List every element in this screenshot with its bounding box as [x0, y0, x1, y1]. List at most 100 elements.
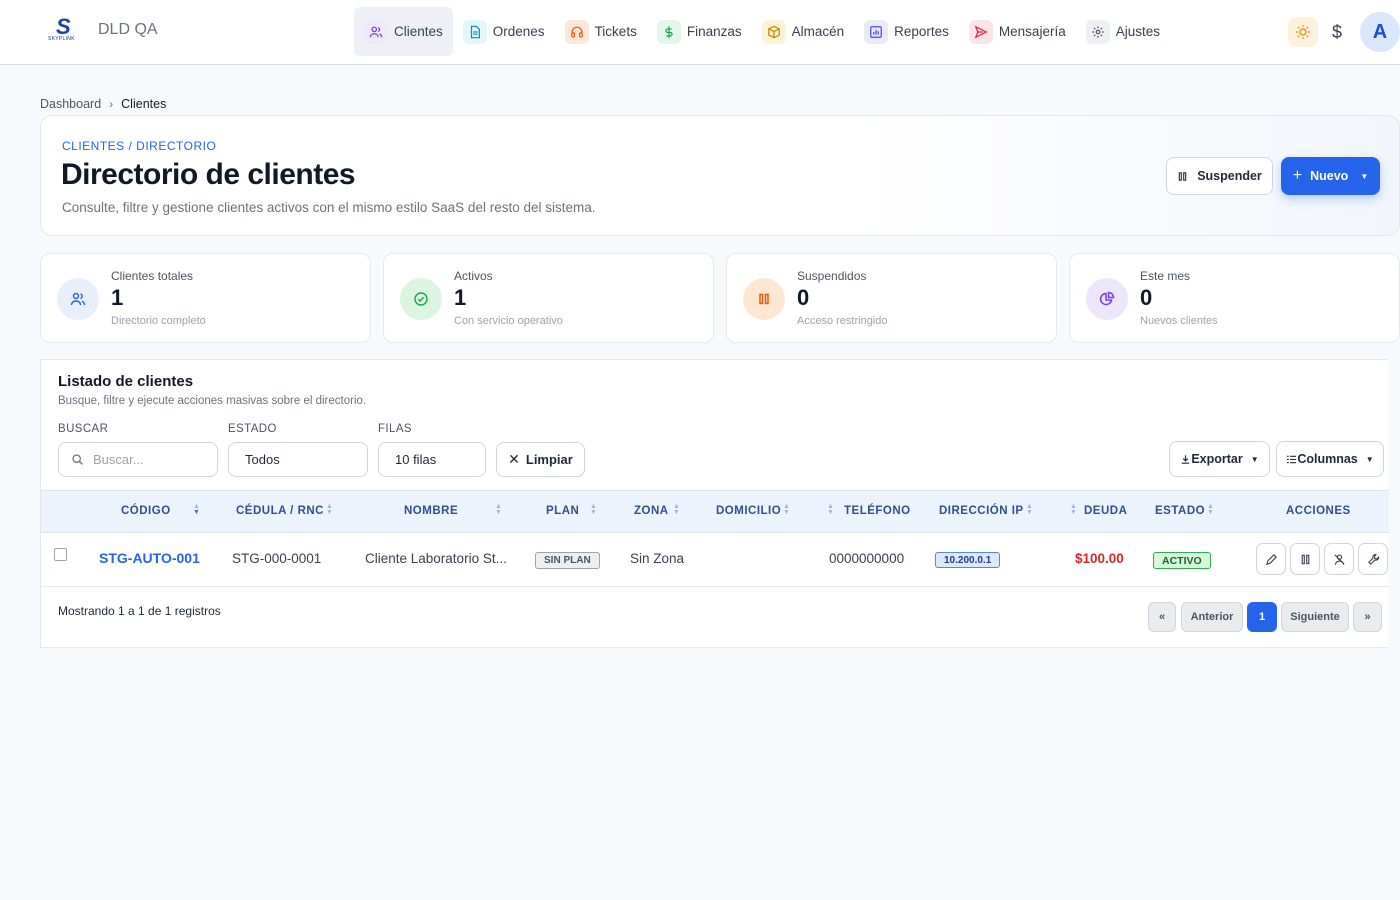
- new-client-button[interactable]: + Nuevo ▼: [1281, 157, 1380, 195]
- column-header-plan[interactable]: PLAN: [546, 505, 579, 517]
- edit-button[interactable]: [1256, 543, 1286, 575]
- breadcrumb-current: Clientes: [121, 97, 167, 111]
- stat-card-total: Clientes totales 1 Directorio completo: [40, 253, 371, 343]
- previous-page-button[interactable]: Anterior: [1181, 602, 1243, 632]
- column-header-codigo[interactable]: CÓDIGO: [121, 505, 171, 517]
- sort-icon[interactable]: ▲ ▼: [783, 503, 790, 516]
- pie-icon: [1086, 278, 1128, 320]
- page-eyebrow: CLIENTES / DIRECTORIO: [62, 139, 217, 153]
- stat-value: 1: [111, 285, 124, 310]
- next-page-button[interactable]: Siguiente: [1281, 602, 1349, 632]
- top-navbar: S SKYPLINK DLD QA Clientes Ordenes Ticket…: [0, 0, 1400, 65]
- currency-button[interactable]: $: [1332, 22, 1342, 43]
- nav-item-mensajeria[interactable]: Mensajería: [959, 7, 1076, 56]
- stat-hint: Con servicio operativo: [454, 315, 563, 327]
- column-header-cedula[interactable]: CÉDULA / RNC: [236, 505, 324, 517]
- sun-icon: [1295, 25, 1310, 39]
- stat-card-this-month: Este mes 0 Nuevos clientes: [1069, 253, 1400, 343]
- clients-list-panel: Listado de clientes Busque, filtre y eje…: [40, 359, 1389, 648]
- pencil-icon: [1265, 553, 1277, 565]
- suspend-row-button[interactable]: [1290, 543, 1320, 575]
- pause-icon: [743, 278, 785, 320]
- brand[interactable]: S SKYPLINK DLD QA: [46, 14, 158, 44]
- ip-badge: 10.200.0.1: [935, 552, 1001, 568]
- status-select[interactable]: Todos: [228, 442, 368, 477]
- theme-toggle-button[interactable]: [1287, 17, 1318, 47]
- column-header-deuda[interactable]: DEUDA: [1084, 505, 1127, 517]
- check-circle-icon: [400, 278, 442, 320]
- column-header-ip[interactable]: DIRECCIÓN IP: [939, 505, 1024, 517]
- sort-icon[interactable]: ▲ ▼: [673, 503, 680, 516]
- first-page-button[interactable]: «: [1148, 602, 1176, 632]
- caret-down-icon: ▼: [1365, 454, 1374, 464]
- headset-icon: [564, 19, 589, 44]
- status-badge: ACTIVO: [1153, 552, 1211, 569]
- app-logo: S SKYPLINK: [48, 14, 75, 42]
- column-header-telefono[interactable]: TELÉFONO: [844, 505, 911, 517]
- nav-item-almacen[interactable]: Almacén: [752, 7, 855, 56]
- cell-cedula: STG-000-0001: [232, 551, 322, 566]
- sort-icon[interactable]: ▲ ▼: [1026, 503, 1033, 516]
- search-input[interactable]: [93, 452, 203, 467]
- stat-card-suspended: Suspendidos 0 Acceso restringido: [726, 253, 1057, 343]
- sort-icon[interactable]: ▲ ▼: [590, 503, 597, 516]
- nav-item-finanzas[interactable]: Finanzas: [647, 7, 752, 56]
- list-subtitle: Busque, filtre y ejecute acciones masiva…: [58, 395, 367, 407]
- column-header-estado[interactable]: ESTADO: [1155, 505, 1205, 517]
- page-1-button[interactable]: 1: [1247, 602, 1277, 632]
- row-checkbox[interactable]: [54, 548, 67, 561]
- breadcrumb: Dashboard › Clientes: [40, 97, 166, 111]
- disconnect-button[interactable]: [1324, 543, 1354, 575]
- stat-hint: Nuevos clientes: [1140, 315, 1218, 327]
- sort-icon[interactable]: ▲ ▼: [1070, 503, 1077, 516]
- last-page-button[interactable]: »: [1353, 602, 1382, 632]
- column-header-zona[interactable]: ZONA: [634, 505, 669, 517]
- pause-icon: [1178, 171, 1187, 181]
- cell-deuda: $100.00: [1075, 551, 1124, 566]
- columns-button[interactable]: Columnas ▼: [1276, 441, 1384, 477]
- nav-item-ajustes[interactable]: Ajustes: [1076, 7, 1170, 56]
- nav-item-reportes[interactable]: Reportes: [854, 7, 959, 56]
- nav-item-ordenes[interactable]: Ordenes: [453, 7, 555, 56]
- app-name: DLD QA: [98, 21, 158, 38]
- column-header-acciones: ACCIONES: [1286, 505, 1351, 517]
- user-off-icon: [1333, 553, 1345, 565]
- column-header-domicilio[interactable]: DOMICILIO: [716, 505, 781, 517]
- sort-icon[interactable]: ▲ ▼: [193, 503, 200, 516]
- stat-value: 0: [797, 285, 810, 310]
- sort-icon[interactable]: ▲ ▼: [326, 503, 333, 516]
- stat-card-active: Activos 1 Con servicio operativo: [383, 253, 714, 343]
- document-icon: [462, 19, 487, 44]
- status-filter-label: ESTADO: [228, 423, 277, 435]
- nav-item-clientes[interactable]: Clientes: [354, 7, 453, 56]
- page-subtitle: Consulte, filtre y gestione clientes act…: [62, 200, 596, 215]
- users-icon: [57, 278, 99, 320]
- chart-icon: [864, 19, 889, 44]
- sort-icon[interactable]: ▲ ▼: [827, 503, 834, 516]
- cell-telefono: 0000000000: [829, 551, 905, 566]
- stat-label: Suspendidos: [797, 269, 867, 283]
- users-icon: [364, 19, 388, 44]
- breadcrumb-home-link[interactable]: Dashboard: [40, 97, 101, 111]
- search-field[interactable]: [58, 442, 218, 477]
- suspend-button[interactable]: Suspender: [1166, 157, 1273, 195]
- rows-filter-label: FILAS: [378, 423, 412, 435]
- column-header-nombre[interactable]: NOMBRE: [404, 505, 458, 517]
- rows-per-page-select[interactable]: 10 filas: [378, 442, 486, 477]
- search-label: BUSCAR: [58, 423, 109, 435]
- user-avatar[interactable]: A: [1360, 12, 1400, 52]
- page-header-card: CLIENTES / DIRECTORIO Directorio de clie…: [40, 115, 1400, 236]
- send-icon: [968, 19, 993, 44]
- topbar-tools: $ A: [1287, 12, 1400, 52]
- sort-icon[interactable]: ▲ ▼: [1207, 503, 1214, 516]
- box-icon: [761, 19, 786, 44]
- export-button[interactable]: Exportar ▼: [1169, 441, 1270, 477]
- service-tools-button[interactable]: [1358, 543, 1388, 575]
- nav-item-tickets[interactable]: Tickets: [555, 7, 647, 56]
- wrench-icon: [1367, 553, 1379, 565]
- client-code-link[interactable]: STG-AUTO-001: [99, 550, 200, 566]
- clear-filters-button[interactable]: ✕ Limpiar: [496, 442, 585, 477]
- table-row: STG-AUTO-001 STG-000-0001 Cliente Labora…: [41, 533, 1389, 587]
- sort-icon[interactable]: ▲ ▼: [495, 503, 502, 516]
- close-icon: ✕: [508, 451, 520, 467]
